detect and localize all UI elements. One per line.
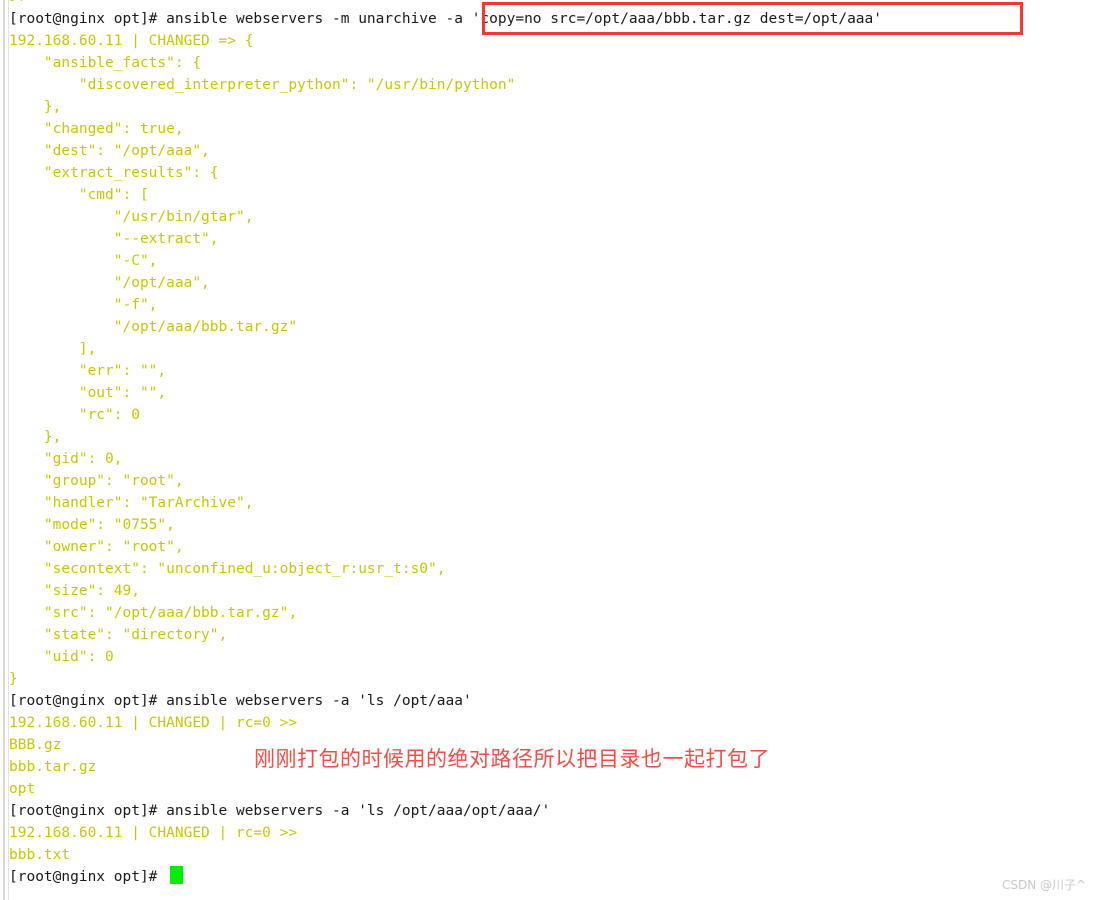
terminal-line-segment: },: [9, 99, 62, 115]
terminal-line-segment: [root@nginx opt]# ansible webservers -m …: [9, 11, 472, 27]
terminal-line: "-C",: [9, 250, 158, 272]
terminal-line: ],: [9, 338, 96, 360]
terminal-line-segment: },: [9, 429, 62, 445]
terminal-line-segment: "/opt/aaa/bbb.tar.gz": [9, 319, 298, 335]
terminal-line-segment: "extract_results": {: [9, 165, 219, 181]
terminal-line: "--extract",: [9, 228, 219, 250]
terminal-line-segment: "out": "",: [9, 385, 167, 401]
terminal-line: bbb.tar.gz: [9, 756, 96, 778]
terminal-line: "mode": "0755",: [9, 514, 175, 536]
terminal-line: "ansible_facts": {: [9, 52, 201, 74]
highlight-box-command-arg: [482, 2, 1023, 35]
terminal-line: BBB.gz: [9, 734, 61, 756]
terminal-line: "changed": true,: [9, 118, 184, 140]
terminal-line: "state": "directory",: [9, 624, 227, 646]
terminal-line-segment: [root@nginx opt]#: [9, 869, 167, 885]
terminal-line: "extract_results": {: [9, 162, 219, 184]
terminal-line: "err": "",: [9, 360, 166, 382]
terminal-line-segment: "--extract",: [9, 231, 219, 247]
terminal-line-segment: "size": 49,: [9, 583, 140, 599]
terminal-line-segment: "rc": 0: [9, 407, 140, 423]
terminal-line: "-f",: [9, 294, 158, 316]
terminal-line: "/usr/bin/gtar",: [9, 206, 254, 228]
terminal-line: "cmd": [: [9, 184, 149, 206]
terminal-line: "/opt/aaa/bbb.tar.gz": [9, 316, 297, 338]
terminal-line-segment: "state": "directory",: [9, 627, 228, 643]
terminal-line: "/opt/aaa",: [9, 272, 210, 294]
terminal-line: [root@nginx opt]#: [9, 866, 166, 888]
terminal-line-segment: "changed": true,: [9, 121, 184, 137]
terminal-line-segment: [root@nginx opt]# ansible webservers -a …: [9, 693, 472, 709]
terminal-line: "discovered_interpreter_python": "/usr/b…: [9, 74, 516, 96]
terminal-line: "size": 49,: [9, 580, 140, 602]
terminal-line-segment: "cmd": [: [9, 187, 149, 203]
annotation-text: 刚刚打包的时候用的绝对路径所以把目录也一起打包了: [254, 747, 770, 771]
terminal-line: "owner": "root",: [9, 536, 184, 558]
terminal-line-segment: "owner": "root",: [9, 539, 184, 555]
terminal-line: [root@nginx opt]# ansible webservers -a …: [9, 800, 550, 822]
terminal-cursor: [170, 866, 183, 884]
terminal-line: "gid": 0,: [9, 448, 123, 470]
terminal-line: "rc": 0: [9, 404, 140, 426]
clipped-top-line: },: [9, 0, 26, 6]
terminal-line: "src": "/opt/aaa/bbb.tar.gz",: [9, 602, 297, 624]
terminal-line: "uid": 0: [9, 646, 114, 668]
terminal-line: "secontext": "unconfined_u:object_r:usr_…: [9, 558, 446, 580]
terminal-line-segment: bbb.txt: [9, 847, 71, 863]
terminal-line-segment: "-f",: [9, 297, 158, 313]
terminal-line-segment: "ansible_facts": {: [9, 55, 202, 71]
terminal-line-segment: "mode": "0755",: [9, 517, 175, 533]
terminal-line-segment: "/opt/aaa",: [9, 275, 210, 291]
terminal-line-segment: "src": "/opt/aaa/bbb.tar.gz",: [9, 605, 298, 621]
watermark-label: CSDN @川子^: [1002, 878, 1087, 892]
terminal-line-segment: "uid": 0: [9, 649, 114, 665]
terminal-line-segment: bbb.tar.gz: [9, 759, 97, 775]
terminal-line-segment: [root@nginx opt]# ansible webservers -a …: [9, 803, 551, 819]
terminal-line: 192.168.60.11 | CHANGED => {: [9, 30, 253, 52]
terminal-line: opt: [9, 778, 35, 800]
terminal-line-segment: }: [9, 671, 18, 687]
terminal-line-segment: "/usr/bin/gtar",: [9, 209, 254, 225]
terminal-line-segment: BBB.gz: [9, 737, 62, 753]
terminal-line-segment: "err": "",: [9, 363, 167, 379]
terminal-line-segment: "discovered_interpreter_python": "/usr/b…: [9, 77, 516, 93]
terminal-line: 192.168.60.11 | CHANGED | rc=0 >>: [9, 822, 297, 844]
terminal-line-segment: "gid": 0,: [9, 451, 123, 467]
terminal-line-segment: "dest": "/opt/aaa",: [9, 143, 210, 159]
terminal-line-segment: ],: [9, 341, 97, 357]
terminal-line: },: [9, 426, 61, 448]
terminal-line: "handler": "TarArchive",: [9, 492, 254, 514]
terminal-line: bbb.txt: [9, 844, 70, 866]
terminal-line-segment: "group": "root",: [9, 473, 184, 489]
terminal-line: 192.168.60.11 | CHANGED | rc=0 >>: [9, 712, 297, 734]
terminal-output-area[interactable]: }, [root@nginx opt]# ansible webservers …: [0, 0, 1098, 900]
terminal-line-segment: "secontext": "unconfined_u:object_r:usr_…: [9, 561, 446, 577]
terminal-line-segment: "-C",: [9, 253, 158, 269]
terminal-line-segment: 192.168.60.11 | CHANGED | rc=0 >>: [9, 825, 298, 841]
terminal-line: "group": "root",: [9, 470, 184, 492]
terminal-line-segment: "handler": "TarArchive",: [9, 495, 254, 511]
terminal-line: "dest": "/opt/aaa",: [9, 140, 210, 162]
terminal-line: },: [9, 96, 61, 118]
terminal-line: "out": "",: [9, 382, 166, 404]
terminal-line-segment: 192.168.60.11 | CHANGED | rc=0 >>: [9, 715, 298, 731]
terminal-line-segment: opt: [9, 781, 36, 797]
terminal-line: }: [9, 668, 18, 690]
terminal-line-segment: 192.168.60.11 | CHANGED => {: [9, 33, 254, 49]
terminal-line: [root@nginx opt]# ansible webservers -a …: [9, 690, 472, 712]
